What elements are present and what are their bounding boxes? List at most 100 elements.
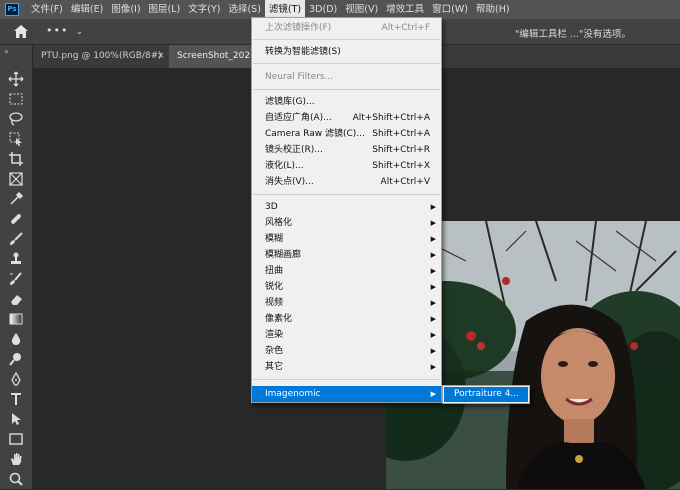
submenu-arrow-icon: ▶ (430, 347, 436, 355)
submenu-arrow-icon: ▶ (430, 283, 436, 291)
menu-layer[interactable]: 图层(L) (145, 0, 185, 19)
chevron-down-icon: ⌄ (75, 27, 84, 36)
tab-label: ScreenShot_2025- (177, 51, 260, 61)
menu-item-other[interactable]: 其它 ▶ (252, 359, 441, 375)
menu-item-video[interactable]: 视频 ▶ (252, 295, 441, 311)
submenu-arrow-icon: ▶ (430, 315, 436, 323)
menu-item-liquify[interactable]: 液化(L)... Shift+Ctrl+X (252, 158, 441, 174)
shortcut: Alt+Ctrl+F (381, 23, 430, 33)
crop-tool-icon[interactable] (8, 151, 24, 167)
menu-item-imagenomic[interactable]: Imagenomic ▶ (252, 386, 441, 402)
menu-item-label: 模糊画廊 (265, 250, 302, 260)
submenu-arrow-icon: ▶ (430, 267, 436, 275)
healing-brush-tool-icon[interactable] (8, 211, 24, 227)
menu-item-3d[interactable]: 3D ▶ (252, 199, 441, 215)
separator (253, 89, 440, 90)
menu-item-blur[interactable]: 模糊 ▶ (252, 231, 441, 247)
menu-item-label: 像素化 (265, 314, 293, 324)
history-brush-tool-icon[interactable] (8, 271, 24, 287)
menu-item-blur-gallery[interactable]: 模糊画廊 ▶ (252, 247, 441, 263)
menu-item-label: 锐化 (265, 282, 284, 292)
move-tool-icon[interactable] (8, 71, 24, 87)
separator (253, 379, 440, 380)
collapse-panel-icon[interactable]: » (4, 47, 9, 56)
menu-help[interactable]: 帮助(H) (472, 0, 514, 19)
menu-item-distort[interactable]: 扭曲 ▶ (252, 263, 441, 279)
object-select-tool-icon[interactable] (8, 131, 24, 147)
marquee-tool-icon[interactable] (8, 91, 24, 107)
submenu-arrow-icon: ▶ (430, 299, 436, 307)
menu-item-convert-smart-filter[interactable]: 转换为智能滤镜(S) (252, 44, 441, 60)
photoshop-logo: Ps (5, 3, 19, 16)
menu-item-sharpen[interactable]: 锐化 ▶ (252, 279, 441, 295)
menu-item-noise[interactable]: 杂色 ▶ (252, 343, 441, 359)
menu-item-label: 3D (265, 202, 278, 212)
shortcut: Shift+Ctrl+R (372, 145, 430, 155)
imagenomic-submenu: Portraiture 4... (442, 385, 530, 404)
brush-tool-icon[interactable] (8, 231, 24, 247)
pen-tool-icon[interactable] (8, 371, 24, 387)
shortcut: Alt+Ctrl+V (380, 177, 430, 187)
menu-item-label: 滤镜库(G)... (265, 97, 315, 107)
home-icon[interactable] (10, 22, 32, 42)
frame-tool-icon[interactable] (8, 171, 24, 187)
submenu-arrow-icon: ▶ (430, 363, 436, 371)
menu-item-portraiture[interactable]: Portraiture 4... (444, 387, 528, 402)
menu-item-camera-raw[interactable]: Camera Raw 滤镜(C)... Shift+Ctrl+A (252, 126, 441, 142)
menu-item-lens-correction[interactable]: 镜头校正(R)... Shift+Ctrl+R (252, 142, 441, 158)
menu-item-label: 自适应广角(A)... (265, 113, 332, 123)
menu-item-label: 视频 (265, 298, 284, 308)
menu-item-vanishing-point[interactable]: 消失点(V)... Alt+Ctrl+V (252, 174, 441, 190)
menu-item-stylize[interactable]: 风格化 ▶ (252, 215, 441, 231)
menu-image[interactable]: 图像(I) (107, 0, 144, 19)
menu-item-label: Imagenomic (265, 389, 321, 399)
separator (253, 194, 440, 195)
menu-item-label: 风格化 (265, 218, 293, 228)
more-label: ••• (46, 24, 69, 37)
gradient-tool-icon[interactable] (8, 311, 24, 327)
menu-item-label: 渲染 (265, 330, 284, 340)
menu-item-label: 其它 (265, 362, 284, 372)
menu-item-label: 扭曲 (265, 266, 284, 276)
menu-item-neural-filters: Neural Filters... (252, 69, 441, 85)
menu-file[interactable]: 文件(F) (27, 0, 67, 19)
menu-item-label: 上次滤镜操作(F) (265, 23, 332, 33)
shortcut: Shift+Ctrl+X (372, 161, 430, 171)
menu-item-label: Neural Filters... (265, 72, 334, 82)
clone-stamp-tool-icon[interactable] (8, 251, 24, 267)
filter-menu: 上次滤镜操作(F) Alt+Ctrl+F 转换为智能滤镜(S) Neural F… (251, 17, 442, 403)
menu-item-pixelate[interactable]: 像素化 ▶ (252, 311, 441, 327)
more-options-button[interactable]: ••• ⌄ (46, 24, 84, 37)
tab-ptu-png[interactable]: PTU.png @ 100%(RGB/8#) × (33, 45, 168, 68)
eyedropper-tool-icon[interactable] (8, 191, 24, 207)
options-hint: "编辑工具栏 ..."没有选项。 (515, 29, 631, 40)
close-icon[interactable]: × (157, 45, 165, 68)
submenu-arrow-icon: ▶ (430, 235, 436, 243)
menu-item-label: 杂色 (265, 346, 284, 356)
menu-item-label: Camera Raw 滤镜(C)... (265, 129, 365, 139)
rectangle-tool-icon[interactable] (8, 431, 24, 447)
shortcut: Alt+Shift+Ctrl+A (352, 113, 430, 123)
separator (253, 39, 440, 40)
eraser-tool-icon[interactable] (8, 291, 24, 307)
tab-label: PTU.png @ 100%(RGB/8#) (41, 51, 162, 61)
hand-tool-icon[interactable] (8, 451, 24, 467)
menu-edit[interactable]: 编辑(E) (67, 0, 107, 19)
tools-panel: » (0, 45, 33, 489)
lasso-tool-icon[interactable] (8, 111, 24, 127)
submenu-arrow-icon: ▶ (430, 219, 436, 227)
menu-item-label: 消失点(V)... (265, 177, 314, 187)
zoom-tool-icon[interactable] (8, 471, 24, 487)
menu-item-adaptive-wide-angle[interactable]: 自适应广角(A)... Alt+Shift+Ctrl+A (252, 110, 441, 126)
path-selection-tool-icon[interactable] (8, 411, 24, 427)
submenu-arrow-icon: ▶ (430, 203, 436, 211)
shortcut: Shift+Ctrl+A (372, 129, 430, 139)
menu-item-render[interactable]: 渲染 ▶ (252, 327, 441, 343)
menu-item-filter-gallery[interactable]: 滤镜库(G)... (252, 94, 441, 110)
submenu-arrow-icon: ▶ (430, 390, 436, 398)
type-tool-icon[interactable] (8, 391, 24, 407)
menu-type[interactable]: 文字(Y) (184, 0, 224, 19)
menu-item-label: 镜头校正(R)... (265, 145, 323, 155)
dodge-tool-icon[interactable] (8, 351, 24, 367)
blur-tool-icon[interactable] (8, 331, 24, 347)
